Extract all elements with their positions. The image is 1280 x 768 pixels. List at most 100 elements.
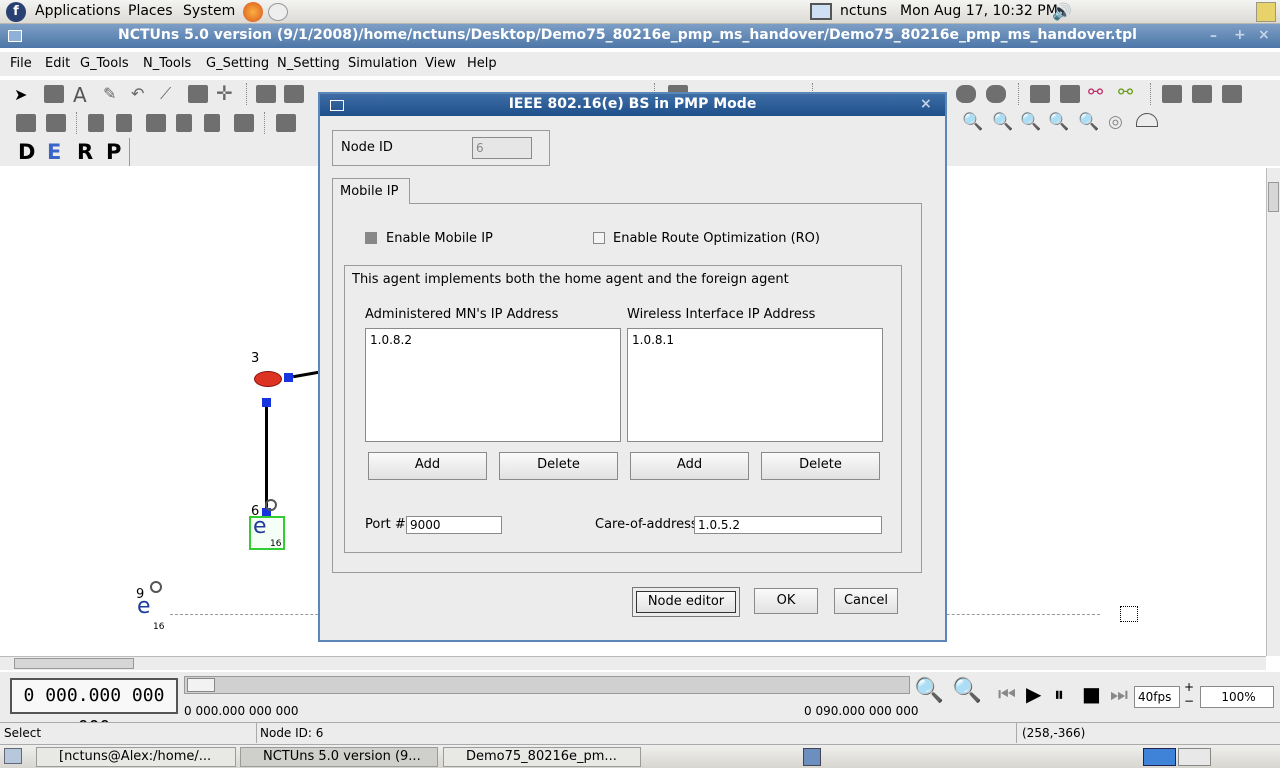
play-icon[interactable]: ▶ [1026, 682, 1041, 706]
text-tool-icon[interactable]: A [73, 83, 87, 107]
menu-g-setting[interactable]: G_Setting [206, 56, 269, 71]
workspace-2[interactable] [1178, 748, 1211, 766]
fedora-logo-icon[interactable]: f [6, 2, 26, 22]
person-tool-icon[interactable] [276, 114, 296, 132]
menu-n-tools[interactable]: N_Tools [143, 56, 191, 71]
zoom-prev-icon[interactable]: 🔍 [1048, 112, 1069, 132]
menu-simulation[interactable]: Simulation [348, 56, 417, 71]
places-menu[interactable]: Places [128, 3, 173, 19]
mn-ip-list[interactable]: 1.0.8.2 [365, 328, 621, 442]
hscroll-thumb[interactable] [14, 658, 134, 669]
network-icon[interactable] [810, 3, 832, 20]
router-icon[interactable] [254, 371, 282, 387]
wi-delete-button[interactable]: Delete [761, 452, 880, 480]
tab-mobile-ip[interactable]: Mobile IP [332, 178, 410, 204]
window-menu-icon[interactable] [8, 30, 22, 42]
mn-delete-button[interactable]: Delete [499, 452, 618, 480]
gprs-tool-icon[interactable] [1060, 85, 1080, 103]
enable-mip-checkbox[interactable] [365, 232, 377, 244]
enable-ro-checkbox[interactable] [593, 232, 605, 244]
zoom-in-icon[interactable]: 🔍 [962, 112, 983, 132]
fps-stepper[interactable]: + − [1184, 680, 1194, 708]
volume-icon[interactable]: 🔊 [1052, 2, 1072, 21]
vertical-scrollbar[interactable] [1266, 168, 1280, 656]
pencil-tool-icon[interactable]: ✎ [103, 84, 116, 103]
mesh-red-icon[interactable]: ⚯ [1088, 82, 1103, 103]
antenna2-tool-icon[interactable] [116, 114, 132, 132]
vscroll-thumb[interactable] [1268, 182, 1279, 212]
wlan2-tool-icon[interactable] [986, 85, 1006, 103]
port-square[interactable] [262, 398, 271, 407]
undo-tool-icon[interactable]: ↶ [131, 84, 144, 103]
select-tool-icon[interactable]: ➤ [14, 85, 27, 104]
cancel-button[interactable]: Cancel [834, 588, 898, 614]
list-item[interactable]: 1.0.8.1 [632, 333, 878, 347]
stop-icon[interactable]: ■ [1082, 682, 1101, 706]
rs-tool-icon[interactable] [1222, 85, 1242, 103]
ap-tool-icon[interactable] [1030, 85, 1050, 103]
close-icon[interactable]: × [1258, 27, 1270, 43]
user-name[interactable]: nctuns [840, 3, 887, 19]
applications-menu[interactable]: Applications [35, 3, 121, 19]
task-demo[interactable]: Demo75_80216e_pm... [443, 747, 641, 767]
path-end-marker[interactable] [1120, 606, 1138, 622]
fps-field[interactable]: 40fps [1134, 686, 1180, 708]
radius-icon[interactable]: ◎ [1108, 112, 1123, 132]
trash-icon[interactable] [803, 748, 821, 766]
menu-view[interactable]: View [425, 56, 456, 71]
zoom-out-icon[interactable]: 🔍 [992, 112, 1013, 132]
firefox-icon[interactable] [243, 2, 263, 22]
satellite-tool-icon[interactable] [16, 114, 36, 132]
mode-run[interactable]: R [77, 140, 93, 164]
mode-edit[interactable]: E [47, 140, 61, 164]
antenna-tool-icon[interactable] [88, 114, 104, 132]
wlan-tool-icon[interactable] [956, 85, 976, 103]
zoom-reset-icon[interactable]: 🔍 [1078, 112, 1099, 132]
protractor-icon[interactable] [1136, 113, 1158, 127]
port-square[interactable] [284, 373, 293, 382]
zoom-select[interactable]: 100% [1200, 686, 1274, 708]
host-tool-icon[interactable] [188, 85, 208, 103]
task-nctuns[interactable]: NCTUns 5.0 version (9... [240, 747, 438, 767]
system-menu[interactable]: System [183, 3, 235, 19]
coa-field[interactable]: 1.0.5.2 [694, 516, 882, 534]
ms-tool-icon[interactable] [1162, 85, 1182, 103]
bs-node[interactable]: e 16 [249, 514, 285, 550]
wi-ip-list[interactable]: 1.0.8.1 [627, 328, 883, 442]
line-tool-icon[interactable]: ⟋ [160, 84, 171, 104]
link-line[interactable] [292, 370, 320, 379]
notes-icon[interactable] [1256, 2, 1276, 22]
bs-tool-icon[interactable] [1192, 85, 1212, 103]
zoom-in-icon[interactable]: 🔍 [914, 676, 944, 704]
step-forward-icon[interactable]: ⏭ [1110, 682, 1128, 706]
mn-add-button[interactable]: Add [368, 452, 487, 480]
minimize-icon[interactable]: – [1210, 28, 1217, 44]
vehicle-tool-icon[interactable] [146, 114, 166, 132]
zoom-fit-icon[interactable]: 🔍 [1020, 112, 1041, 132]
node-editor-button[interactable]: Node editor [636, 591, 736, 613]
workspace-1[interactable] [1143, 748, 1176, 766]
link-line[interactable] [265, 407, 268, 511]
vehicle2-tool-icon[interactable] [234, 114, 254, 132]
switch-tool-icon[interactable] [284, 85, 304, 103]
task-terminal[interactable]: [nctuns@Alex:/home/... [36, 747, 236, 767]
horizontal-scrollbar[interactable] [0, 656, 1266, 670]
dialog-close-icon[interactable]: × [920, 96, 932, 112]
pause-icon[interactable]: ⏸ [1054, 682, 1064, 706]
time-slider-thumb[interactable] [187, 678, 215, 692]
menu-g-tools[interactable]: G_Tools [80, 56, 129, 71]
menu-n-setting[interactable]: N_Setting [277, 56, 340, 71]
mesh-green-icon[interactable]: ⚯ [1118, 82, 1133, 103]
optical-tool-icon[interactable] [46, 114, 66, 132]
list-item[interactable]: 1.0.8.2 [370, 333, 616, 347]
hub-tool-icon[interactable] [256, 85, 276, 103]
step-back-icon[interactable]: ⏮ [998, 682, 1016, 706]
menu-file[interactable]: File [10, 56, 32, 71]
rectangle-tool-icon[interactable] [44, 85, 64, 103]
ms-node[interactable]: e 16 [137, 594, 169, 632]
tower2-tool-icon[interactable] [204, 114, 220, 132]
mail-icon[interactable] [268, 3, 288, 21]
port-field[interactable]: 9000 [406, 516, 502, 534]
clock[interactable]: Mon Aug 17, 10:32 PM [900, 3, 1058, 19]
show-desktop-icon[interactable] [4, 748, 22, 764]
